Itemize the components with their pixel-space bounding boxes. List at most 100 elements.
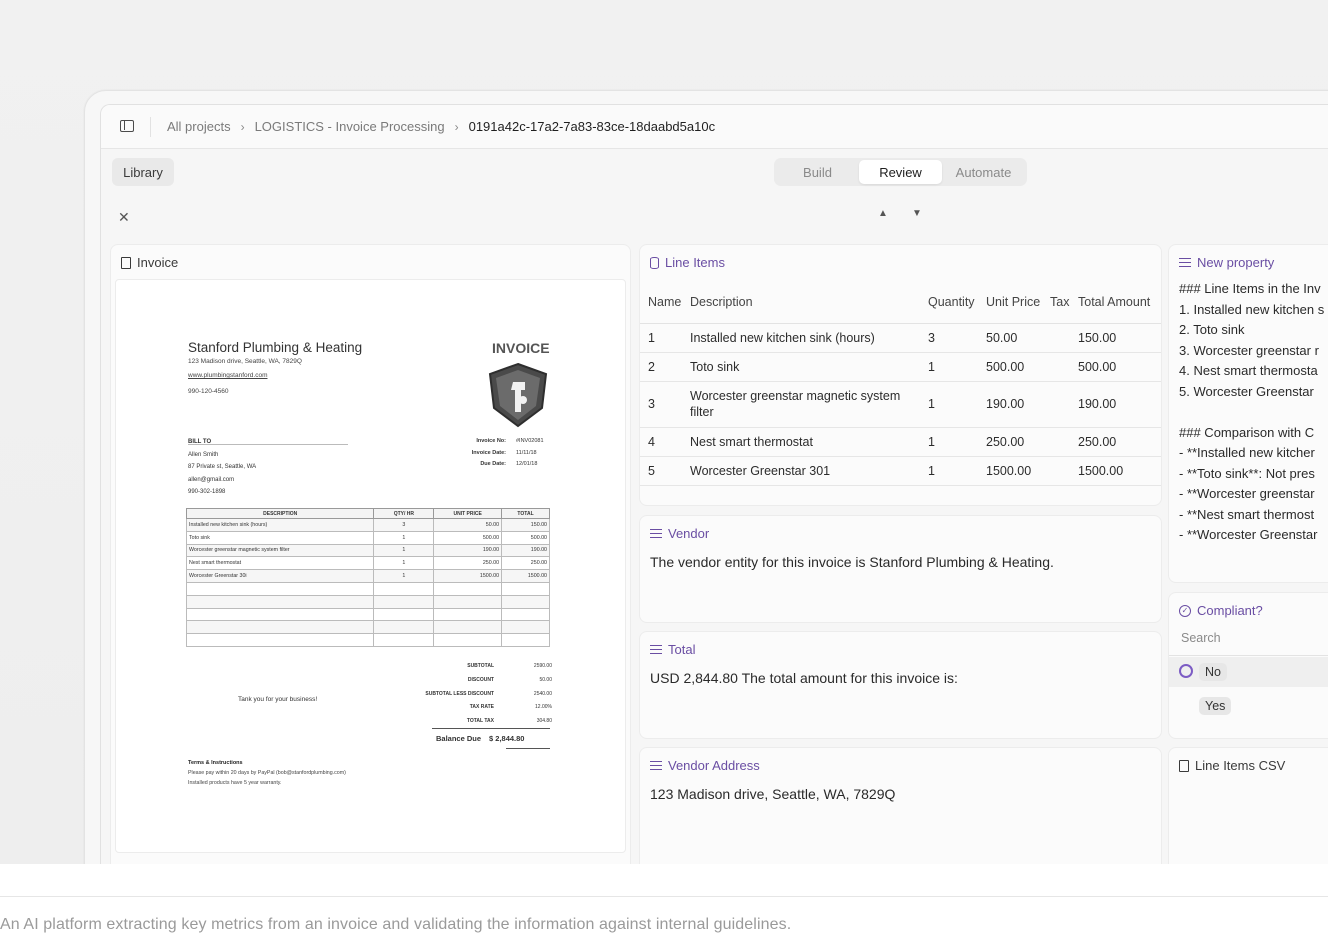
doc-table-cell: 190.00 [433,543,503,558]
caption-text: An AI platform extracting key metrics fr… [0,916,792,933]
screenshot-backdrop: All projects › LOGISTICS - Invoice Proce… [0,0,1328,864]
mode-tabs: Build Review Automate [774,158,1027,186]
doc-bill-to-line: Allen Smith [188,451,219,458]
text-lines-icon [650,529,662,538]
company-logo-icon [488,362,548,428]
doc-table-cell: 1 [373,556,435,571]
vendor-address-card: Vendor Address 123 Madison drive, Seattl… [639,747,1162,864]
sidebar-toggle-icon[interactable] [120,120,134,132]
compliant-title: Compliant? [1197,603,1263,618]
doc-table-cell [501,633,550,647]
total-value: USD 2,844.80 The total amount for this i… [650,670,958,686]
doc-website: www.plumbingstanford.com [188,372,268,379]
table-cell [1042,427,1070,457]
library-button[interactable]: Library [112,158,174,186]
table-row[interactable]: 3 Worcester greenstar magnetic system fil… [640,381,1161,428]
meta-value: #INV02081 [516,438,544,444]
compliant-search-input[interactable]: Search [1181,631,1221,645]
new-property-line: - **Nest smart thermost [1179,506,1315,522]
new-property-title: New property [1197,255,1275,270]
new-property-line: - **Worcester greenstar [1179,486,1315,501]
option-yes[interactable]: Yes [1199,697,1232,715]
summary-value: 2590.00 [533,663,552,669]
summary-row: TAX RATE 12.00% [386,701,552,715]
table-cell [1042,456,1070,486]
table-cell: 1 [920,352,978,382]
meta-key: Invoice Date: [471,449,506,456]
table-cell [1042,323,1070,353]
line-items-header: Line Items [650,255,725,270]
tab-review[interactable]: Review [859,160,942,184]
terms-line: Installed products have 5 year warranty. [188,780,282,786]
table-row[interactable]: 5 Worcester Greenstar 301 1 1500.00 1500.00 [640,456,1161,486]
doc-table-cell [433,633,503,647]
table-cell: 250.00 [1070,427,1161,457]
meta-value: 11/11/18 [516,449,537,456]
top-bar: All projects › LOGISTICS - Invoice Proce… [101,105,1328,149]
chevron-down-icon[interactable]: ▼ [912,208,922,219]
breadcrumb-all-projects[interactable]: All projects [167,119,231,134]
line-items-title: Line Items [665,255,725,270]
summary-key: SUBTOTAL [467,663,494,669]
table-cell: 1500.00 [1070,456,1161,486]
divider [1169,655,1328,656]
li-col-header: Total Amount [1070,281,1161,324]
table-row[interactable]: 2 Toto sink 1 500.00 500.00 [640,352,1161,382]
check-circle-icon: ✓ [1179,604,1191,617]
table-row[interactable]: 4 Nest smart thermostat 1 250.00 250.00 [640,427,1161,457]
summary-key: TAX RATE [469,704,494,711]
doc-table-cell: 3 [373,518,435,532]
doc-table-row [185,607,550,622]
table-cell: 1 [920,456,978,486]
table-cell: Installed new kitchen sink (hours) [682,323,920,353]
close-icon[interactable]: ✕ [118,209,130,226]
breadcrumb-project[interactable]: LOGISTICS - Invoice Processing [255,119,445,134]
table-row[interactable]: 1 Installed new kitchen sink (hours) 3 50.0… [640,323,1161,353]
doc-col-header: QTY/ HR [373,508,435,519]
line-items-table: Name Description Quantity Unit Price Tax… [640,281,1161,486]
new-property-text: ### Line Items in the Inv 1. Installed ne… [1179,279,1328,546]
table-cell [1042,352,1070,382]
doc-table-cell [433,581,503,596]
vendor-card: Vendor The vendor entity for this invoic… [639,515,1162,623]
doc-heading: INVOICE [492,340,550,356]
radio-selected-icon[interactable] [1179,664,1193,678]
divider [0,896,1328,897]
chevron-up-icon[interactable]: ▲ [878,208,888,219]
doc-table-row: Toto sink 1 500.00 500.00 [185,530,550,545]
doc-table-row [185,581,550,596]
doc-balance: Balance Due $ 2,844.80 [436,734,524,743]
doc-table-cell [433,594,503,609]
new-property-line: 4. Nest smart thermosta [1179,363,1318,378]
chevron-right-icon: › [454,119,459,134]
divider [432,728,550,729]
summary-key: TOTAL TAX [466,718,494,725]
table-cell: 500.00 [978,352,1042,382]
doc-table-row [185,620,550,635]
divider [188,444,348,445]
terms-title: Terms & Instructions [188,760,243,766]
text-lines-icon [1179,258,1191,267]
table-cell: 190.00 [978,381,1042,428]
doc-table-cell: 150.00 [501,518,550,532]
divider [506,748,550,749]
doc-table-cell [185,594,375,609]
doc-table-cell: Worcester greenstar magnetic system filt… [185,543,375,558]
doc-phone: 990-120-4560 [188,388,229,395]
doc-items-table: DESCRIPTION QTY/ HR UNIT PRICE TOTAL Ins… [185,508,550,647]
option-no[interactable]: No [1199,663,1227,681]
doc-address: 123 Madison drive, Seattle, WA, 7829Q [188,358,302,365]
app-window: All projects › LOGISTICS - Invoice Proce… [100,104,1328,864]
new-property-line: 2. Toto sink [1179,322,1245,337]
table-cell [1042,381,1070,428]
doc-company: Stanford Plumbing & Heating [188,340,363,355]
doc-col-header: TOTAL [501,508,550,519]
table-cell: 1 [920,381,978,428]
tab-build[interactable]: Build [776,160,859,184]
tab-automate[interactable]: Automate [942,160,1025,184]
doc-table-cell [501,607,550,622]
doc-table-cell: 1 [373,569,435,583]
new-property-line: - **Worcester Greenstar [1179,527,1318,542]
table-cell: 150.00 [1070,323,1161,353]
breadcrumb-current: 0191a42c-17a2-7a83-83ce-18daabd5a10c [468,119,716,134]
